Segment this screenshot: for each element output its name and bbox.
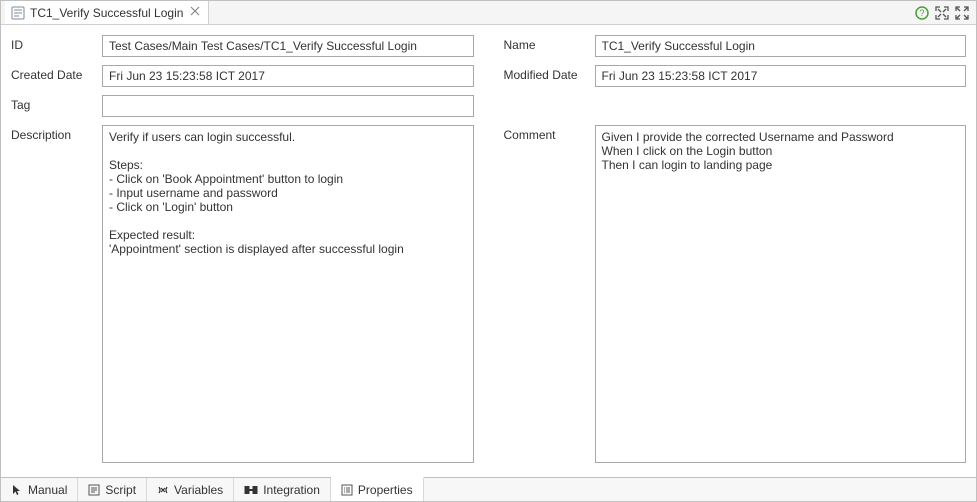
name-field[interactable] bbox=[595, 35, 967, 57]
modified-date-label: Modified Date bbox=[504, 65, 589, 87]
comment-field[interactable] bbox=[596, 126, 966, 462]
properties-icon bbox=[341, 484, 353, 496]
tag-field[interactable] bbox=[102, 95, 474, 117]
cursor-icon bbox=[11, 484, 23, 496]
description-label: Description bbox=[11, 125, 96, 463]
tab-script[interactable]: Script bbox=[78, 478, 147, 501]
editor-tab[interactable]: TC1_Verify Successful Login bbox=[5, 1, 209, 24]
properties-form: ID Created Date Tag Description Name Mod… bbox=[1, 25, 976, 477]
integration-icon bbox=[244, 484, 258, 496]
maximize-view-icon[interactable] bbox=[952, 3, 972, 23]
tab-integration-label: Integration bbox=[263, 483, 320, 497]
description-wrap bbox=[102, 125, 474, 463]
tab-manual[interactable]: Manual bbox=[1, 478, 78, 501]
script-icon bbox=[88, 484, 100, 496]
tab-script-label: Script bbox=[105, 483, 136, 497]
id-field[interactable] bbox=[102, 35, 474, 57]
variables-icon bbox=[157, 484, 169, 496]
tab-integration[interactable]: Integration bbox=[234, 478, 331, 501]
comment-wrap bbox=[595, 125, 967, 463]
editor-tab-title: TC1_Verify Successful Login bbox=[30, 6, 183, 20]
tab-properties[interactable]: Properties bbox=[331, 477, 424, 501]
tab-variables[interactable]: Variables bbox=[147, 478, 234, 501]
created-date-field[interactable] bbox=[102, 65, 474, 87]
editor-titlebar: TC1_Verify Successful Login ? bbox=[1, 1, 976, 25]
help-icon[interactable]: ? bbox=[912, 3, 932, 23]
left-column: ID Created Date Tag Description bbox=[11, 35, 474, 469]
tab-manual-label: Manual bbox=[28, 483, 67, 497]
comment-label: Comment bbox=[504, 125, 589, 463]
id-label: ID bbox=[11, 35, 96, 57]
tag-label: Tag bbox=[11, 95, 96, 117]
close-tab-icon[interactable] bbox=[188, 6, 202, 19]
tab-variables-label: Variables bbox=[174, 483, 223, 497]
created-date-label: Created Date bbox=[11, 65, 96, 87]
spacer-cell bbox=[595, 95, 967, 117]
right-column: Name Modified Date Comment bbox=[504, 35, 967, 469]
tab-properties-label: Properties bbox=[358, 483, 413, 497]
modified-date-field[interactable] bbox=[595, 65, 967, 87]
spacer-label bbox=[504, 95, 589, 117]
name-label: Name bbox=[504, 35, 589, 57]
testcase-icon bbox=[11, 6, 25, 20]
svg-text:?: ? bbox=[919, 8, 924, 18]
bottom-tabstrip: Manual Script Variables Integration Prop… bbox=[1, 477, 976, 501]
minimize-view-icon[interactable] bbox=[932, 3, 952, 23]
description-field[interactable] bbox=[103, 126, 473, 462]
